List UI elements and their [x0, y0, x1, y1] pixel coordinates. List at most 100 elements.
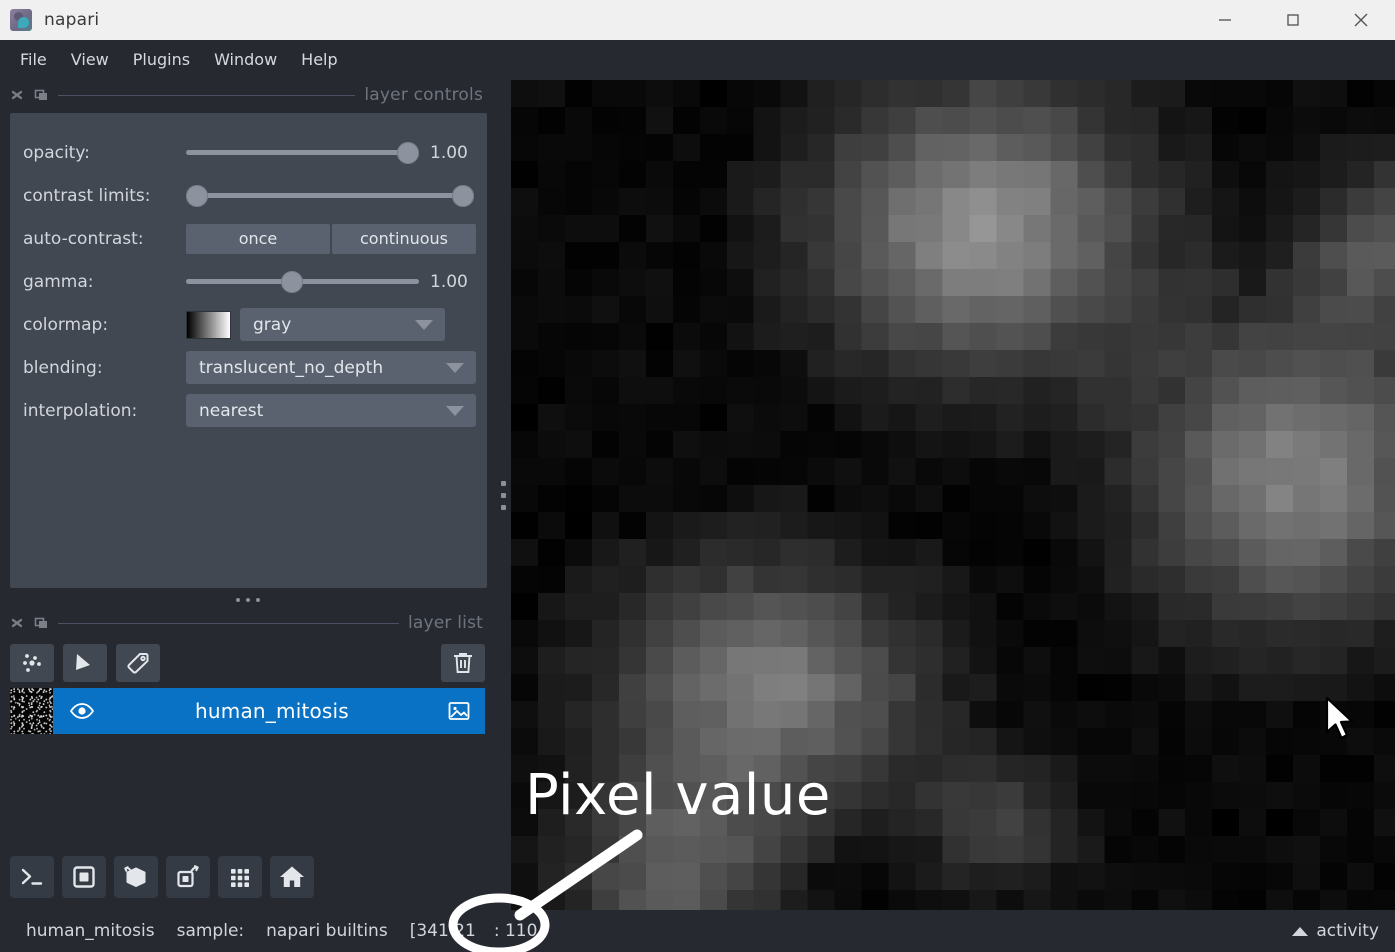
- status-coordinates: [341 21: [409, 921, 476, 941]
- dock-close-icon[interactable]: [10, 616, 25, 631]
- new-shapes-layer-button[interactable]: [63, 644, 107, 682]
- roll-dimensions-button[interactable]: [166, 856, 210, 898]
- contrast-limits-slider-track: [186, 193, 474, 198]
- opacity-row: opacity: 1.00: [23, 131, 474, 174]
- transpose-dimensions-button[interactable]: [218, 856, 262, 898]
- delete-layer-button[interactable]: [441, 644, 485, 682]
- opacity-slider-track: [186, 150, 419, 155]
- blending-combobox[interactable]: translucent_no_depth: [186, 351, 476, 384]
- new-labels-layer-button[interactable]: [116, 644, 160, 682]
- dock-title-rule: [58, 94, 356, 96]
- handle-dot: [255, 598, 260, 602]
- menu-view[interactable]: View: [59, 45, 121, 74]
- opacity-slider-knob[interactable]: [397, 141, 419, 164]
- dock-canvas-splitter[interactable]: [495, 80, 511, 910]
- statusbar: human_mitosis sample: napari builtins [3…: [0, 910, 1395, 952]
- blending-value: translucent_no_depth: [199, 357, 384, 378]
- blending-row: blending: translucent_no_depth: [23, 346, 476, 389]
- layer-thumbnail: [10, 688, 53, 734]
- window-titlebar: napari: [0, 0, 1395, 40]
- layer-action-buttons: [0, 638, 495, 682]
- opacity-label: opacity:: [23, 142, 90, 163]
- contrast-limits-row: contrast limits:: [23, 174, 474, 217]
- menu-help[interactable]: Help: [289, 45, 349, 74]
- menu-window[interactable]: Window: [202, 45, 289, 74]
- window-controls: [1191, 0, 1395, 40]
- statusbar-left: human_mitosis sample: napari builtins [3…: [26, 921, 537, 941]
- annotation-label: Pixel value: [525, 763, 831, 828]
- splitter-dot: [500, 492, 506, 498]
- menu-file[interactable]: File: [8, 45, 59, 74]
- layer-list-dock-titlebar: layer list: [0, 608, 495, 638]
- dock-title-rule: [58, 622, 399, 624]
- dock-close-icon[interactable]: [10, 88, 25, 103]
- colormap-value: gray: [253, 314, 292, 335]
- napari-logo-icon: [10, 9, 32, 31]
- new-points-layer-button[interactable]: [10, 644, 54, 682]
- opacity-slider[interactable]: [186, 141, 419, 164]
- colormap-combobox[interactable]: gray: [240, 308, 445, 341]
- layer-row[interactable]: human_mitosis: [10, 688, 485, 734]
- layer-name: human_mitosis: [195, 699, 349, 723]
- statusbar-right[interactable]: activity: [1292, 921, 1379, 941]
- grid-icon: [226, 863, 254, 891]
- layer-entry-selected[interactable]: human_mitosis: [53, 688, 485, 734]
- contrast-limits-high-knob[interactable]: [452, 184, 474, 207]
- chevron-down-icon: [415, 319, 433, 330]
- layer-controls-panel: opacity: 1.00 contrast limits: auto-cont…: [10, 113, 487, 588]
- gamma-value: 1.00: [430, 271, 468, 292]
- interpolation-row: interpolation: nearest: [23, 389, 476, 432]
- layer-list-title: layer list: [407, 613, 483, 633]
- minimize-icon[interactable]: [1191, 0, 1259, 40]
- interpolation-combobox[interactable]: nearest: [186, 394, 476, 427]
- close-icon[interactable]: [1327, 0, 1395, 40]
- napari-window: napari File View Plugins Window Help lay…: [0, 0, 1395, 952]
- auto-contrast-continuous-button[interactable]: continuous: [332, 223, 476, 254]
- eye-icon[interactable]: [69, 698, 103, 724]
- gamma-row: gamma: 1.00: [23, 260, 474, 303]
- auto-contrast-once-button[interactable]: once: [186, 223, 330, 254]
- viewer-toolbar: [0, 844, 495, 910]
- blending-label: blending:: [23, 357, 103, 378]
- reset-view-button[interactable]: [270, 856, 314, 898]
- status-pixel-value: : 110: [493, 921, 538, 941]
- contrast-limits-label: contrast limits:: [23, 185, 151, 206]
- chevron-down-icon: [446, 405, 464, 416]
- home-icon: [278, 863, 306, 891]
- handle-dot: [235, 598, 240, 602]
- layer-list-section: layer list human_mitosis: [0, 608, 495, 910]
- contrast-limits-low-knob[interactable]: [186, 184, 208, 207]
- toggle-ndisplay-2d-button[interactable]: [62, 856, 106, 898]
- status-source-value: napari builtins: [266, 921, 388, 941]
- console-button[interactable]: [10, 856, 54, 898]
- activity-label: activity: [1316, 921, 1379, 941]
- layer-controls-dock-titlebar: layer controls: [0, 80, 495, 110]
- dock-resize-handle[interactable]: [0, 592, 495, 608]
- caret-up-icon: [1292, 926, 1309, 936]
- image-layer-icon: [441, 699, 471, 723]
- colormap-row: colormap: gray: [23, 303, 474, 346]
- opacity-value: 1.00: [430, 142, 468, 163]
- shapes-icon: [72, 650, 98, 676]
- status-layer-name: human_mitosis: [26, 921, 155, 941]
- layer-rows: human_mitosis: [0, 682, 495, 734]
- interpolation-label: interpolation:: [23, 400, 138, 421]
- labels-tag-icon: [125, 650, 151, 676]
- gamma-slider-knob[interactable]: [281, 270, 303, 293]
- colormap-gradient-swatch: [186, 310, 231, 339]
- layer-controls-title: layer controls: [364, 85, 483, 105]
- menu-plugins[interactable]: Plugins: [121, 45, 202, 74]
- left-dock: layer controls opacity: 1.00 contrast li…: [0, 80, 495, 910]
- dock-float-icon[interactable]: [34, 88, 49, 103]
- square-2d-icon: [70, 863, 98, 891]
- gamma-label: gamma:: [23, 271, 94, 292]
- toggle-ndisplay-3d-button[interactable]: [114, 856, 158, 898]
- splitter-dot: [500, 480, 506, 486]
- auto-contrast-buttons: once continuous: [186, 223, 476, 254]
- contrast-limits-slider[interactable]: [186, 184, 474, 207]
- roll-icon: [174, 863, 202, 891]
- terminal-icon: [18, 863, 46, 891]
- maximize-icon[interactable]: [1259, 0, 1327, 40]
- dock-float-icon[interactable]: [34, 616, 49, 631]
- gamma-slider[interactable]: [186, 270, 419, 293]
